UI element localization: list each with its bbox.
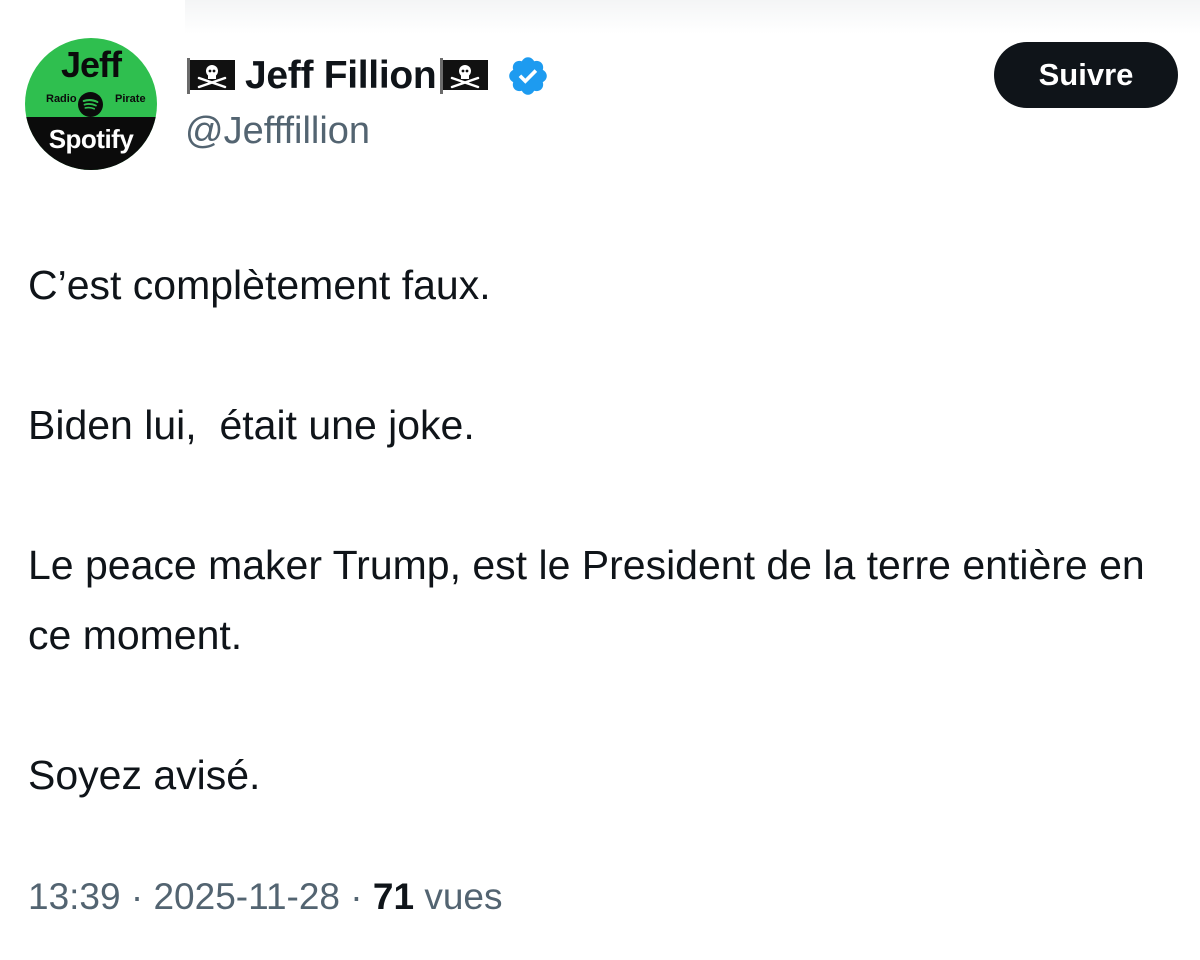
verified-badge-icon[interactable] — [506, 54, 550, 98]
avatar-top-text: Jeff — [60, 44, 122, 85]
follow-button[interactable]: Suivre — [994, 42, 1178, 108]
views-count[interactable]: 71 — [373, 876, 414, 917]
tweet-time[interactable]: 13:39 — [28, 876, 121, 917]
tweet-text: C’est complètement faux. Biden lui, étai… — [28, 250, 1188, 880]
tweet-date[interactable]: 2025-11-28 — [153, 876, 340, 917]
tweet-paragraph: C’est complètement faux. — [28, 262, 491, 308]
tweet-paragraph: Le peace maker Trump, est le President d… — [28, 542, 1157, 658]
tweet-card: Jeff Radio Pirate Spotify Jeff Fillion @… — [0, 0, 1200, 960]
author-handle[interactable]: @Jefffillion — [185, 110, 370, 153]
tweet-paragraph: Biden lui, était une joke. — [28, 402, 475, 448]
author-display-name[interactable]: Jeff Fillion — [245, 54, 437, 98]
meta-separator: · — [130, 876, 144, 917]
tweet-paragraph: Soyez avisé. — [28, 752, 261, 798]
avatar-left-text: Radio — [46, 93, 77, 105]
spotify-icon — [78, 92, 103, 117]
meta-separator: · — [350, 876, 363, 917]
pirate-flag-icon — [440, 58, 489, 94]
avatar-bottom-text: Spotify — [48, 124, 134, 154]
author-name-row[interactable]: Jeff Fillion — [185, 50, 550, 102]
tweet-meta: 13:39 · 2025-11-28 · 71 vues — [28, 876, 503, 918]
avatar-right-text: Pirate — [115, 93, 146, 105]
views-label: vues — [424, 876, 503, 917]
avatar[interactable]: Jeff Radio Pirate Spotify — [25, 38, 157, 170]
pirate-flag-icon — [187, 58, 235, 94]
